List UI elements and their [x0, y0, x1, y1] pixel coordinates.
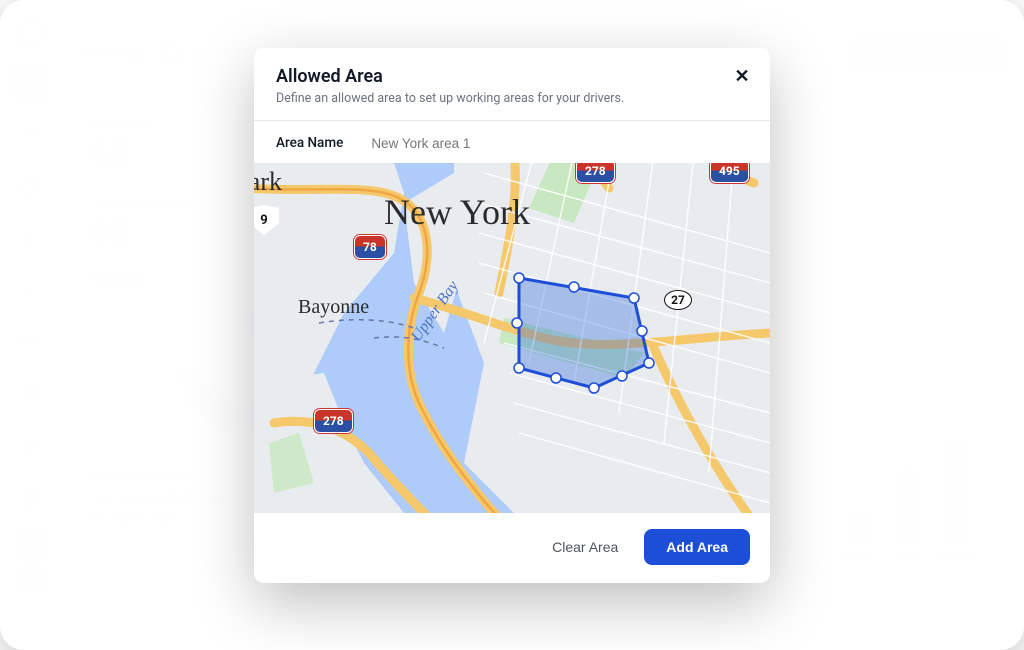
- modal-title: Allowed Area: [276, 66, 748, 87]
- app-window: Date Range 01 Feb 2024 Create Route Plan…: [0, 0, 1024, 650]
- map-label-newyork: New York: [384, 191, 530, 233]
- allowed-area-modal: Allowed Area Define an allowed area to s…: [254, 48, 770, 583]
- map-canvas[interactable]: New York wark Bayonne Upper Bay 9 78 278…: [254, 163, 770, 513]
- route-shield-78: 78: [354, 235, 386, 259]
- modal-footer: Clear Area Add Area: [254, 513, 770, 583]
- close-icon[interactable]: ✕: [730, 64, 754, 88]
- route-shield-495: 495: [710, 163, 749, 183]
- map-label-wark: wark: [254, 167, 282, 197]
- add-area-button[interactable]: Add Area: [644, 529, 750, 565]
- map-label-bayonne: Bayonne: [298, 296, 369, 319]
- clear-area-button[interactable]: Clear Area: [534, 529, 636, 565]
- area-name-input[interactable]: [371, 136, 748, 151]
- modal-subtitle: Define an allowed area to set up working…: [276, 91, 748, 106]
- route-shield-278-top: 278: [576, 163, 615, 183]
- route-shield-278-bottom: 278: [314, 409, 353, 433]
- modal-header: Allowed Area Define an allowed area to s…: [254, 48, 770, 121]
- area-name-row: Area Name: [254, 121, 770, 163]
- route-shield-27: 27: [664, 290, 692, 310]
- area-name-label: Area Name: [276, 135, 343, 151]
